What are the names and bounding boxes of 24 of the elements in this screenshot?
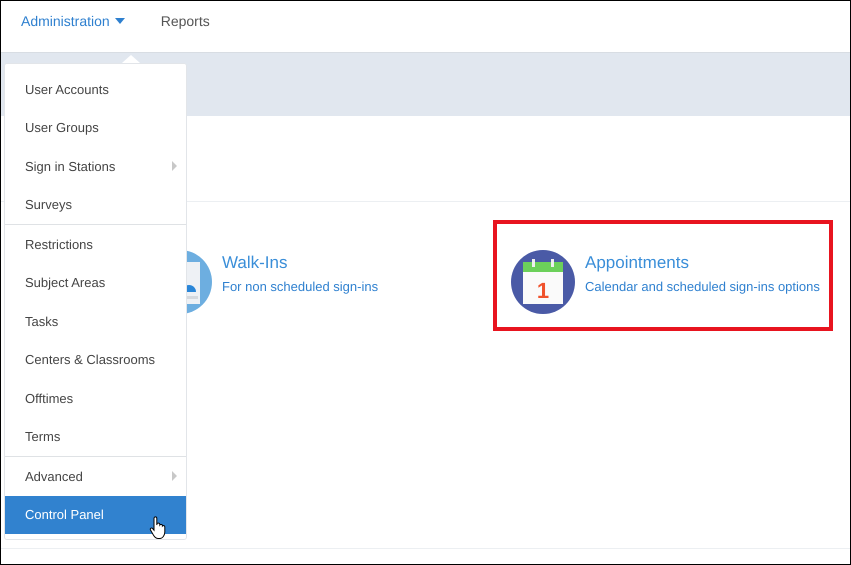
menu-item[interactable]: Centers & Classrooms <box>5 340 186 379</box>
card-title: Appointments <box>585 253 690 273</box>
menu-item[interactable]: Subject Areas <box>5 264 186 302</box>
menu-item[interactable]: User Accounts <box>5 70 186 108</box>
calendar-day: 1 <box>536 278 550 303</box>
menu-item[interactable]: Restrictions <box>5 225 186 264</box>
calendar-icon <box>511 250 575 314</box>
menu-item[interactable]: Offtimes <box>5 379 186 418</box>
card-subtitle: For non scheduled sign-ins <box>222 279 378 294</box>
nav-link[interactable]: Administration <box>21 12 125 40</box>
menu-item[interactable]: Sign in Stations <box>5 147 186 186</box>
submenu-arrow-icon <box>172 471 177 482</box>
menu-item[interactable]: Surveys <box>5 186 186 224</box>
feature-card[interactable]: 1 Appointments Calendar and scheduled sign-ins options <box>493 220 833 331</box>
menu-item[interactable]: Advanced <box>5 457 186 496</box>
card-subtitle: Calendar and scheduled sign-ins options <box>585 279 820 294</box>
caret-icon <box>114 18 125 24</box>
nav-link[interactable]: Reports <box>160 12 210 40</box>
card-title: Walk-Ins <box>222 253 288 273</box>
menu-item[interactable]: Tasks <box>5 302 186 340</box>
menu-item[interactable]: Terms <box>5 418 186 456</box>
submenu-arrow-icon <box>172 161 177 172</box>
menu-item[interactable]: Control Panel <box>5 496 186 534</box>
menu-item[interactable]: User Groups <box>5 108 186 147</box>
